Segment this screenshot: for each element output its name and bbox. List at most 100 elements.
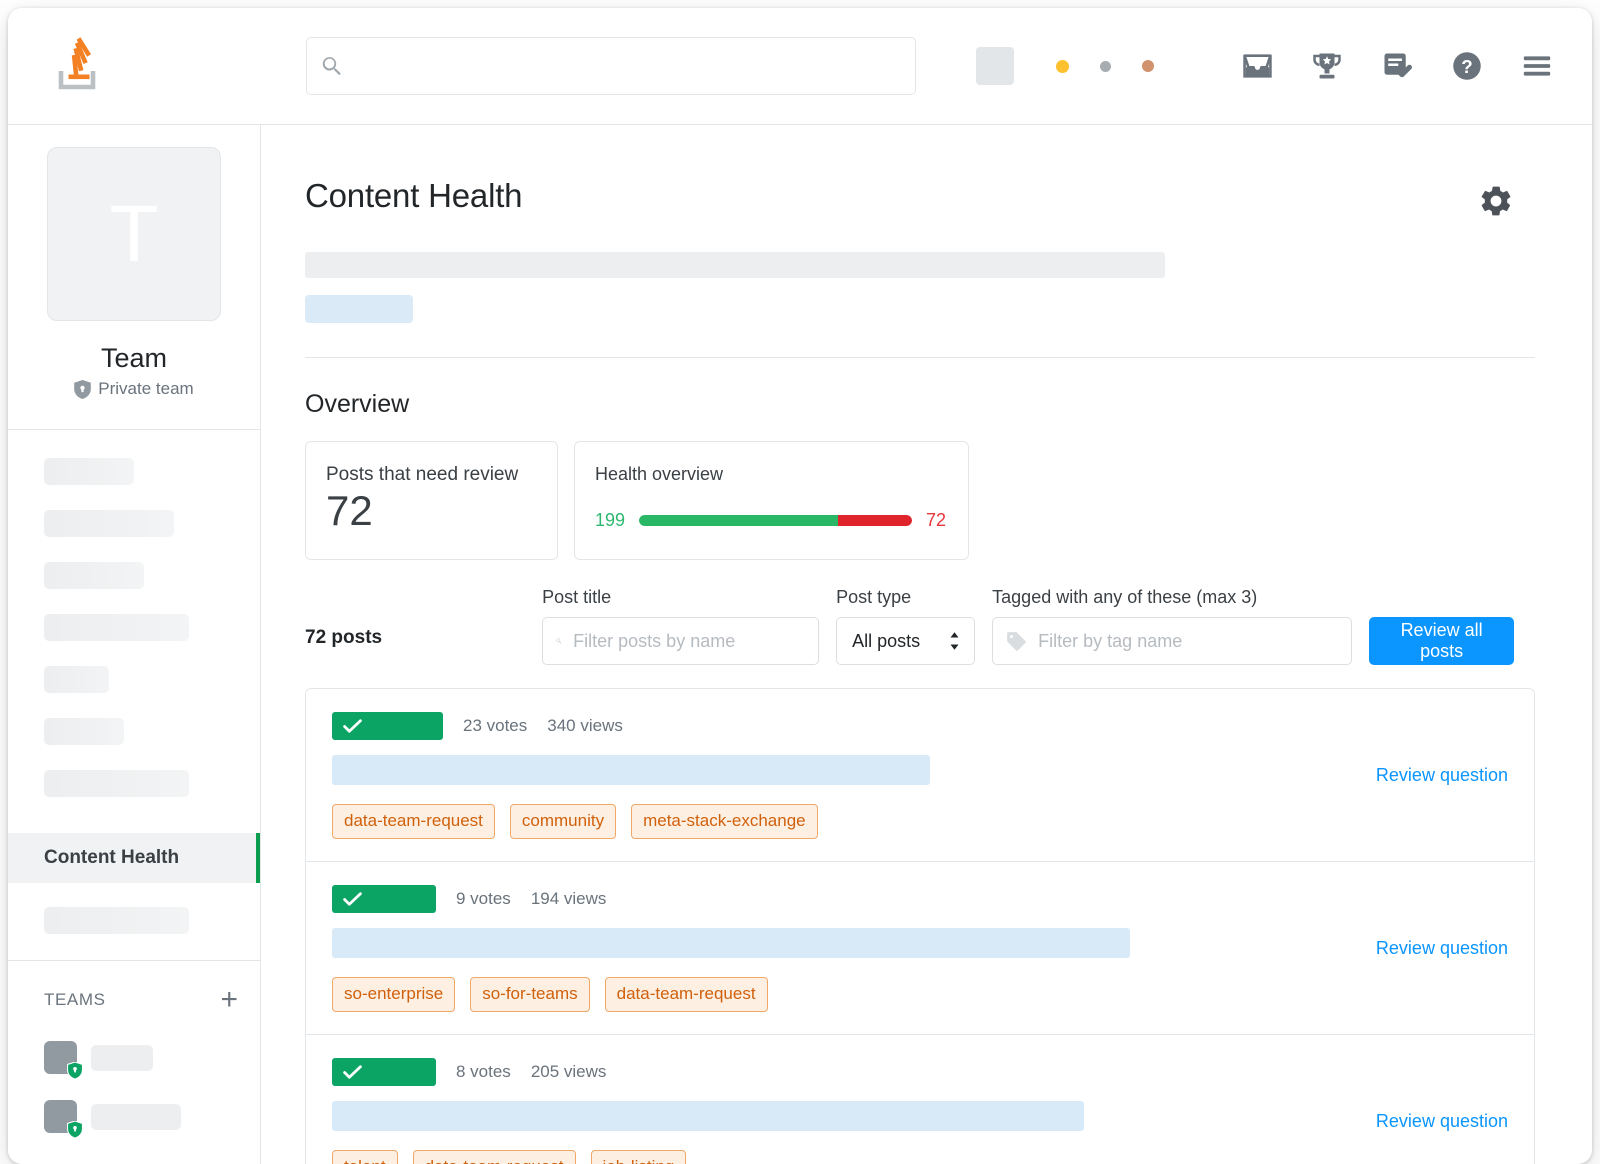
- post-title-placeholder[interactable]: [332, 755, 930, 785]
- teams-header: TEAMS +: [44, 985, 238, 1015]
- review-question-link[interactable]: Review question: [1376, 765, 1508, 786]
- table-row: 23 votes 340 views data-team-request com…: [306, 689, 1534, 862]
- private-lock-badge-icon: [67, 1121, 83, 1138]
- silver-badge-dot[interactable]: [1100, 60, 1111, 72]
- tag[interactable]: meta-stack-exchange: [631, 804, 818, 839]
- team-name-placeholder: [91, 1044, 153, 1071]
- search-icon: [322, 57, 341, 76]
- post-type-select[interactable]: All posts: [836, 617, 976, 665]
- add-team-button[interactable]: +: [220, 985, 238, 1015]
- stack-overflow-logo[interactable]: [48, 35, 106, 97]
- post-title-placeholder[interactable]: [332, 928, 1130, 958]
- post-title-placeholder[interactable]: [332, 1101, 1084, 1131]
- accepted-answer-badge: [332, 885, 436, 913]
- health-bar-red-segment: [838, 515, 912, 526]
- sidebar-item-placeholder[interactable]: [44, 770, 189, 797]
- tag[interactable]: data-team-request: [332, 804, 495, 839]
- header-divider: [305, 357, 1535, 358]
- list-item[interactable]: [44, 1041, 238, 1079]
- overview-cards: Posts that need review 72 Health overvie…: [305, 441, 1514, 560]
- main-content: Content Health Overview Posts that need …: [261, 125, 1592, 1164]
- trophy-icon[interactable]: [1306, 45, 1348, 87]
- tag-filter-label: Tagged with any of these (max 3): [992, 587, 1258, 607]
- team-name: Team: [100, 343, 168, 373]
- hamburger-menu-icon[interactable]: [1516, 45, 1558, 87]
- tag[interactable]: talent: [332, 1150, 398, 1164]
- sidebar-item-placeholder[interactable]: [44, 510, 174, 537]
- sidebar-item-placeholder[interactable]: [44, 907, 189, 934]
- app-window: ? T Team Private team Content Health TEA…: [8, 8, 1592, 1164]
- tag[interactable]: community: [509, 804, 617, 839]
- tag-filter-group: Tagged with any of these (max 3): [992, 587, 1353, 665]
- post-title-input[interactable]: [562, 630, 806, 652]
- inbox-icon[interactable]: [1236, 45, 1278, 87]
- vote-count: 23 votes: [463, 716, 528, 735]
- global-search-box[interactable]: [306, 37, 916, 95]
- posts-need-review-label: Posts that need review: [326, 464, 519, 485]
- section-title: Overview: [305, 390, 410, 418]
- private-lock-badge-icon: [67, 1062, 83, 1079]
- post-meta: 8 votes 205 views: [332, 1058, 1336, 1086]
- sidebar-item-placeholder[interactable]: [44, 458, 134, 485]
- chevron-updown-icon: [950, 632, 959, 650]
- tag-filter[interactable]: [992, 617, 1353, 665]
- review-icon[interactable]: [1376, 45, 1418, 87]
- team-avatar-small: [44, 1041, 83, 1079]
- health-overview-label: Health overview: [595, 464, 724, 484]
- page-header: Content Health: [305, 177, 1514, 224]
- post-title-filter[interactable]: [542, 617, 820, 665]
- sidebar-item-placeholder[interactable]: [44, 614, 189, 641]
- review-question-link[interactable]: Review question: [1376, 1111, 1508, 1132]
- list-item[interactable]: [44, 1100, 238, 1138]
- sidebar-item-placeholder[interactable]: [44, 718, 124, 745]
- badge-counts: [1056, 59, 1154, 73]
- filter-bar: 72 posts Post title Post type All posts: [305, 587, 1514, 665]
- post-tags: data-team-request community meta-stack-e…: [332, 804, 1336, 839]
- tag[interactable]: so-enterprise: [332, 977, 456, 1012]
- post-type-value: All posts: [852, 630, 921, 651]
- teams-label: TEAMS: [44, 990, 106, 1009]
- team-privacy: Private team: [8, 379, 260, 399]
- post-tags: so-enterprise so-for-teams data-team-req…: [332, 977, 1336, 1012]
- accepted-answer-badge: [332, 1058, 436, 1086]
- search-input[interactable]: [343, 38, 901, 94]
- reputation-block: [976, 47, 1154, 85]
- sidebar-item-placeholder[interactable]: [44, 562, 144, 589]
- health-healthy-count: 199: [595, 510, 626, 530]
- tag[interactable]: so-for-teams: [470, 977, 590, 1012]
- gold-badge-dot[interactable]: [1056, 59, 1069, 73]
- vote-count: 8 votes: [456, 1062, 511, 1081]
- sidebar-nav-list-lower: [8, 883, 260, 961]
- sidebar-item-content-health[interactable]: Content Health: [8, 833, 260, 883]
- checkmark-icon: [343, 718, 362, 733]
- post-tags: talent data-team-request job-listing: [332, 1150, 1336, 1164]
- post-type-label: Post type: [836, 587, 912, 607]
- tag-filter-input[interactable]: [1027, 630, 1339, 652]
- top-nav-icons: ?: [1236, 45, 1558, 87]
- accepted-answer-badge: [332, 712, 443, 740]
- help-icon[interactable]: ?: [1446, 45, 1488, 87]
- link-placeholder: [305, 295, 413, 323]
- health-unhealthy-count: 72: [925, 510, 946, 530]
- health-bar: [639, 515, 912, 526]
- review-question-link[interactable]: Review question: [1376, 938, 1508, 959]
- post-title-label: Post title: [542, 587, 612, 607]
- team-avatar[interactable]: T: [47, 147, 221, 321]
- gear-icon[interactable]: [1478, 183, 1514, 224]
- tag[interactable]: data-team-request: [412, 1150, 576, 1164]
- checkmark-icon: [343, 1064, 362, 1079]
- sidebar-item-placeholder[interactable]: [44, 666, 109, 693]
- user-avatar[interactable]: [976, 47, 1014, 85]
- view-count: 194 views: [530, 889, 607, 908]
- tag[interactable]: job-listing: [590, 1150, 687, 1164]
- posts-need-review-card: Posts that need review 72: [305, 441, 558, 560]
- vote-count: 9 votes: [456, 889, 511, 908]
- tag[interactable]: data-team-request: [604, 977, 768, 1012]
- posts-need-review-value: 72: [326, 487, 373, 534]
- post-list: 23 votes 340 views data-team-request com…: [305, 688, 1535, 1164]
- bronze-badge-dot[interactable]: [1142, 60, 1154, 72]
- post-meta: 9 votes 194 views: [332, 885, 1336, 913]
- review-all-posts-button[interactable]: Review all posts: [1369, 617, 1514, 665]
- post-content: 8 votes 205 views talent data-team-reque…: [332, 1058, 1336, 1164]
- health-overview-card: Health overview 199 72: [574, 441, 969, 560]
